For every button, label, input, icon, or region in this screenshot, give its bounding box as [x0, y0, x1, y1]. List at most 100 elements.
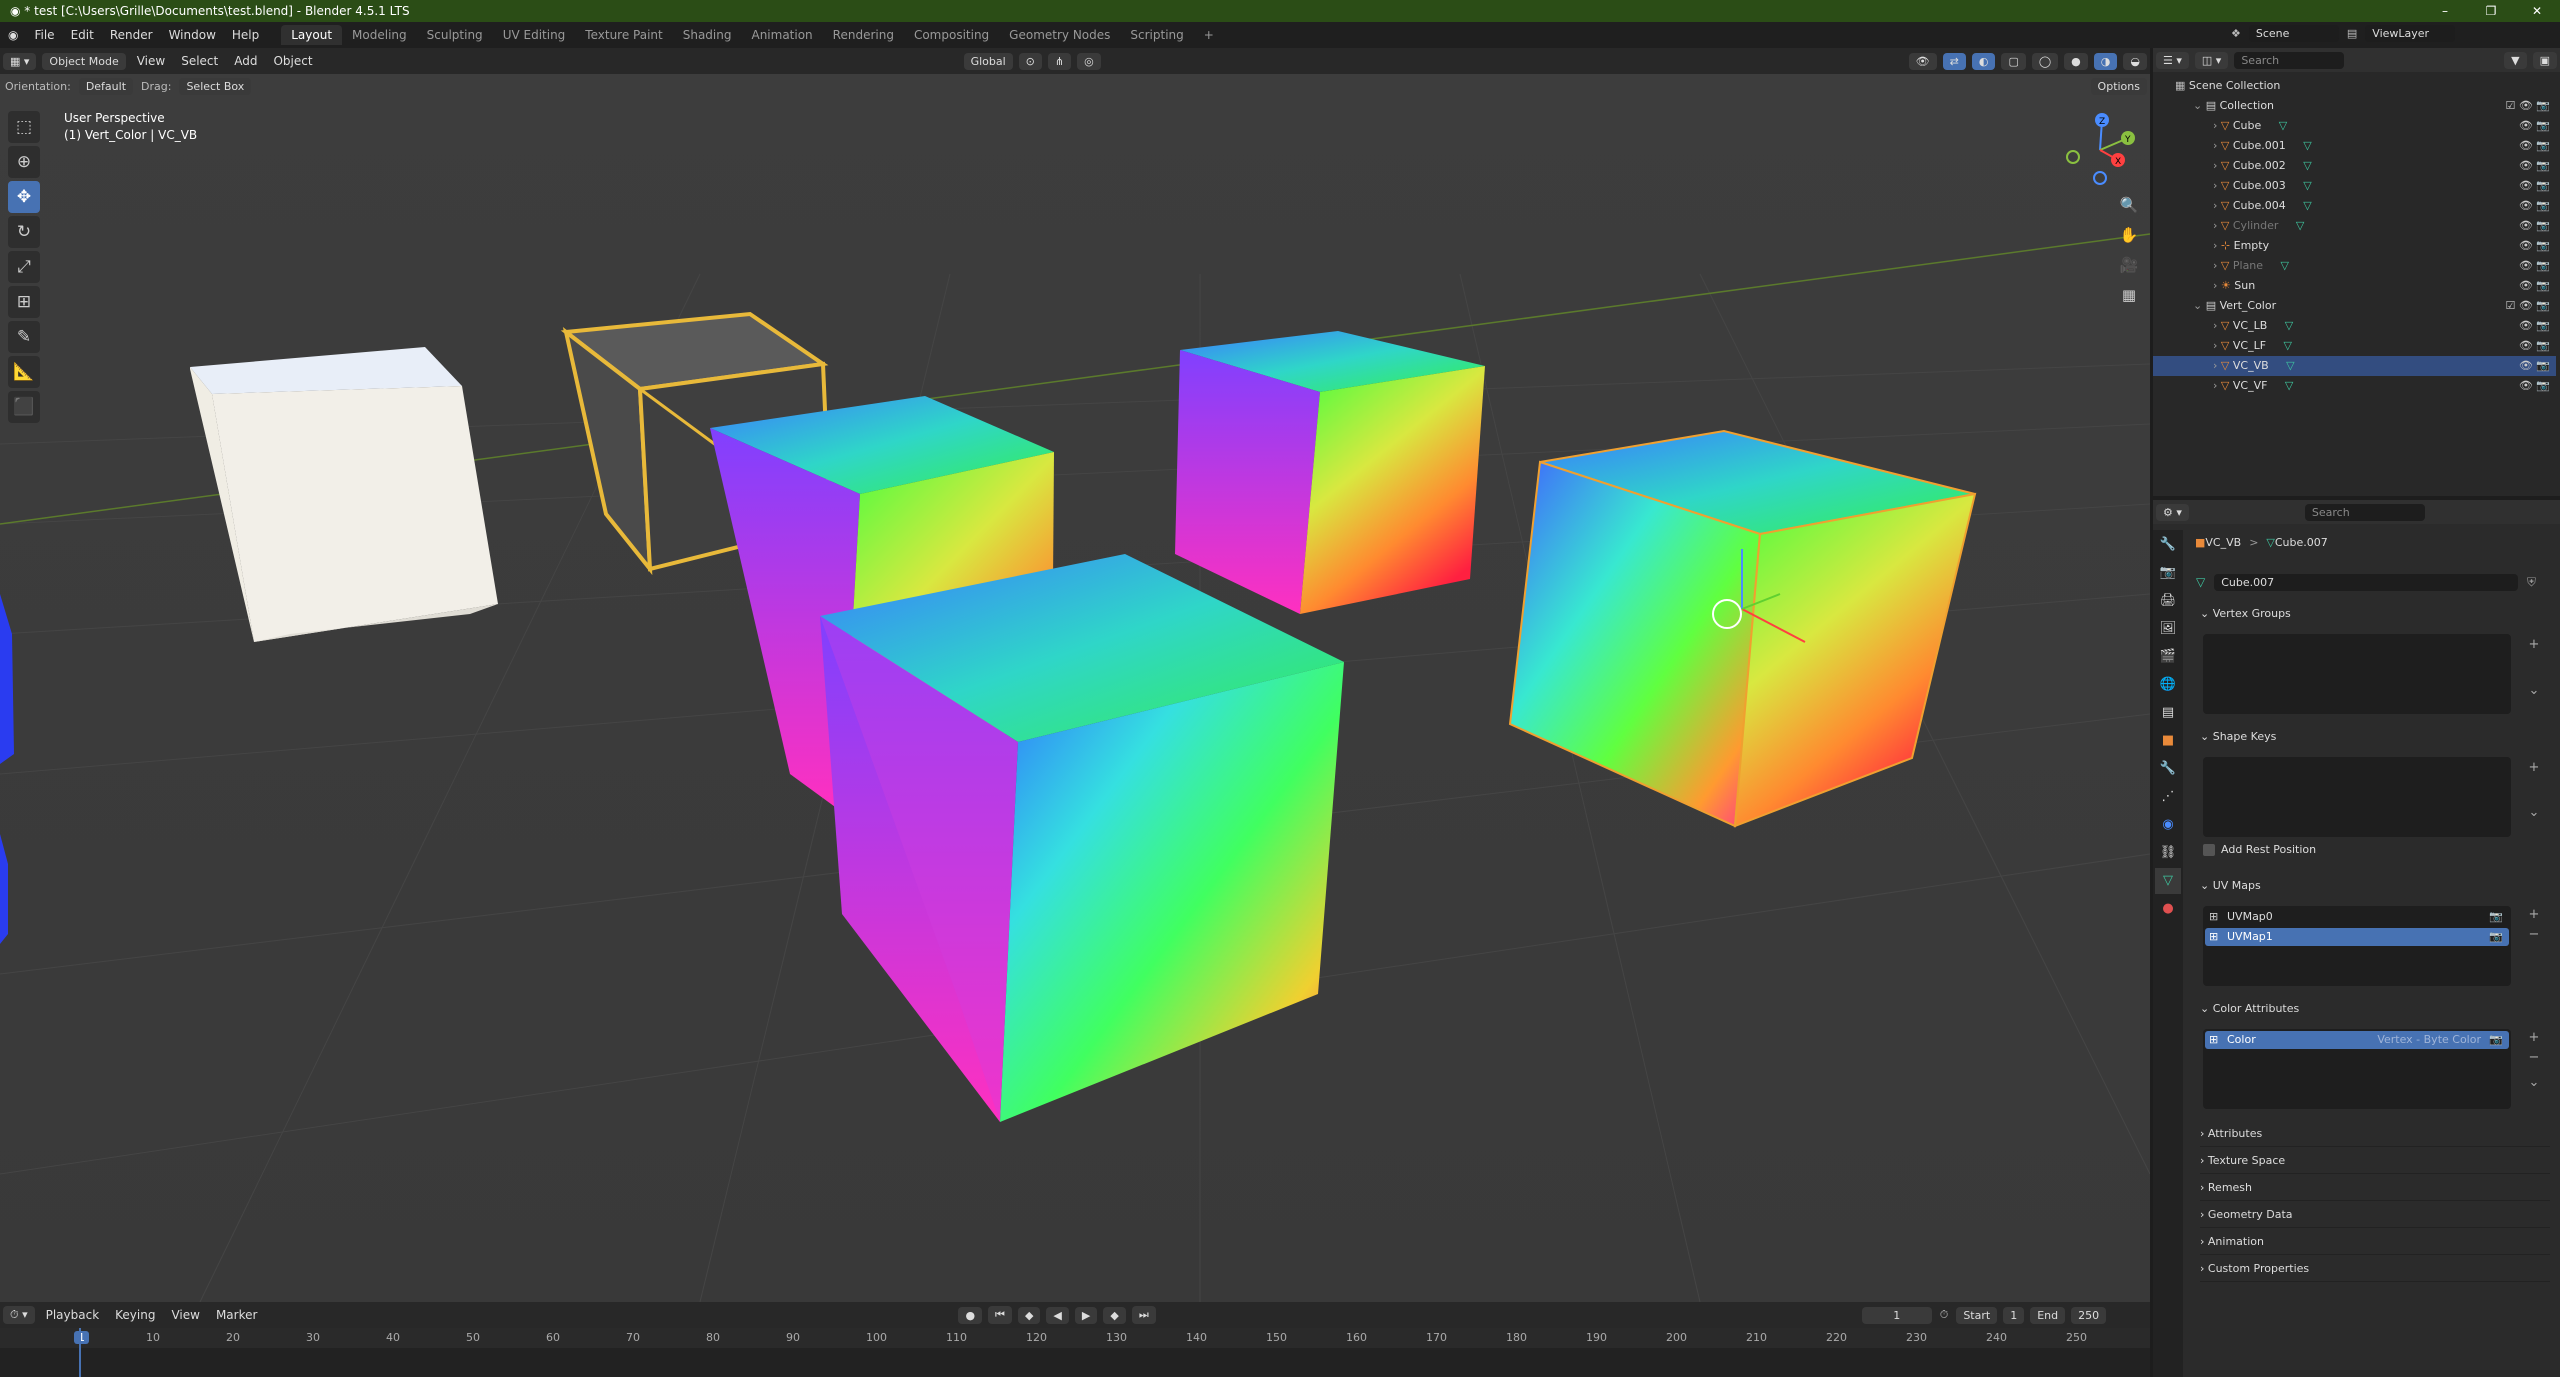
mode-selector[interactable]: Object Mode: [42, 52, 126, 70]
visibility-eye-icon[interactable]: 👁: [2519, 259, 2536, 272]
outliner-object-row[interactable]: › ▽ Cube.002 ▽ 👁 📷: [2153, 156, 2556, 176]
tab-layout[interactable]: Layout: [281, 25, 343, 45]
render-camera-icon[interactable]: 📷: [2536, 339, 2550, 352]
modifier-tab-icon[interactable]: 🔧: [2155, 756, 2181, 782]
uv-map-remove-button[interactable]: −: [2525, 926, 2543, 944]
material-tab-icon[interactable]: ●: [2155, 896, 2181, 922]
transform-orientation-selector[interactable]: Global: [963, 52, 1013, 70]
expand-chevron-right-icon[interactable]: ›: [2213, 219, 2221, 232]
color-attribute-menu-chevron-icon[interactable]: ⌄: [2525, 1074, 2543, 1092]
editor-type-button[interactable]: ▦ ▾: [3, 52, 37, 70]
expand-chevron-right-icon[interactable]: ›: [2213, 199, 2221, 212]
outliner-object-row[interactable]: › ▽ Plane ▽ 👁 📷: [2153, 256, 2556, 276]
color-attributes-header[interactable]: ⌄ Color Attributes: [2200, 998, 2550, 1020]
tool-tab-icon[interactable]: 🔧: [2155, 532, 2181, 558]
shape-key-add-button[interactable]: +: [2525, 759, 2543, 777]
object-menu[interactable]: Object: [265, 54, 320, 68]
zoom-icon[interactable]: 🔍: [2116, 192, 2142, 218]
vertex-group-menu-chevron-icon[interactable]: ⌄: [2525, 682, 2543, 700]
outliner-object-row[interactable]: › ▽ Cylinder ▽ 👁 📷: [2153, 216, 2556, 236]
gizmo-neg-y-icon[interactable]: [2066, 150, 2080, 164]
view-layer-selector[interactable]: ViewLayer: [2365, 25, 2456, 42]
collapsed-panel-header[interactable]: › Texture Space: [2200, 1147, 2550, 1174]
timeline-editor-type-button[interactable]: ⏱ ▾: [3, 1306, 35, 1324]
fake-user-shield-icon[interactable]: ⛨: [2527, 575, 2536, 590]
timeline-view-menu[interactable]: View: [163, 1308, 207, 1322]
outliner-object-row[interactable]: › ▽ VC_VB ▽ 👁 📷: [2153, 356, 2556, 376]
uv-map-add-button[interactable]: +: [2525, 906, 2543, 924]
particles-tab-icon[interactable]: ⋰: [2155, 784, 2181, 810]
render-camera-icon[interactable]: 📷: [2536, 239, 2550, 252]
menu-edit[interactable]: Edit: [63, 28, 102, 42]
mesh-datablock-icon[interactable]: ▽: [2196, 575, 2205, 589]
uv-maps-list[interactable]: ⊞ UVMap0 📷 ⊞ UVMap1 📷: [2203, 906, 2511, 986]
vertex-color-cube-right[interactable]: [1175, 331, 1485, 614]
tab-texture-paint[interactable]: Texture Paint: [575, 25, 672, 45]
expand-chevron-right-icon[interactable]: ›: [2213, 179, 2221, 192]
render-camera-icon[interactable]: 📷: [2489, 928, 2503, 946]
timeline-ruler[interactable]: 1 10 20 30 40 50 60 70 80 90 100 110 120 130 140 150 160…: [0, 1328, 2150, 1348]
active-render-camera-icon[interactable]: 📷: [2489, 908, 2503, 926]
outliner-object-row[interactable]: › ▽ VC_VF ▽ 👁 📷: [2153, 376, 2556, 396]
add-menu[interactable]: Add: [226, 54, 265, 68]
mesh-data-icon[interactable]: ▽: [2300, 179, 2311, 192]
navigation-gizmo[interactable]: Z Y X: [2060, 110, 2140, 190]
expand-chevron-right-icon[interactable]: ›: [2213, 319, 2221, 332]
add-workspace-button[interactable]: +: [1194, 25, 1224, 45]
uv-map-item-selected[interactable]: ⊞ UVMap1 📷: [2205, 928, 2509, 946]
menu-render[interactable]: Render: [102, 28, 161, 42]
tab-geometry-nodes[interactable]: Geometry Nodes: [999, 25, 1120, 45]
mesh-data-icon[interactable]: ▽: [2281, 379, 2293, 392]
collapsed-panel-header[interactable]: › Custom Properties: [2200, 1255, 2550, 1282]
render-camera-icon[interactable]: 📷: [2489, 1031, 2503, 1049]
scale-tool-icon[interactable]: ⤢: [8, 251, 40, 283]
perspective-grid-icon[interactable]: ▦: [2116, 282, 2142, 308]
visibility-eye-icon[interactable]: 👁: [2519, 279, 2536, 292]
options-button[interactable]: Options: [2090, 77, 2147, 95]
close-button[interactable]: ✕: [2514, 0, 2560, 22]
mesh-data-icon[interactable]: ▽: [2300, 199, 2311, 212]
pan-hand-icon[interactable]: ✋: [2116, 222, 2142, 248]
outliner-object-row[interactable]: › ⊹ Empty 👁 📷: [2153, 236, 2556, 256]
camera-view-icon[interactable]: 🎥: [2116, 252, 2142, 278]
shading-solid-button[interactable]: ●: [2064, 52, 2088, 70]
render-camera-icon[interactable]: 📷: [2536, 119, 2550, 132]
render-tab-icon[interactable]: 📷: [2155, 560, 2181, 586]
render-camera-icon[interactable]: 📷: [2536, 359, 2550, 372]
outliner-object-row[interactable]: › ☀ Sun 👁 📷: [2153, 276, 2556, 296]
menu-help[interactable]: Help: [224, 28, 267, 42]
proportional-editing-button[interactable]: ◎: [1077, 52, 1101, 70]
overlays-toggle-button[interactable]: ◐: [1971, 52, 1996, 70]
xray-toggle-button[interactable]: ▢: [2001, 52, 2026, 70]
select-menu[interactable]: Select: [173, 54, 226, 68]
render-camera-icon[interactable]: 📷: [2536, 159, 2550, 172]
tab-sculpting[interactable]: Sculpting: [417, 25, 493, 45]
play-reverse-button[interactable]: ◀: [1046, 1306, 1069, 1324]
output-tab-icon[interactable]: 🖨: [2155, 588, 2181, 614]
scene-selector[interactable]: Scene: [2248, 25, 2339, 42]
gizmo-neg-z-icon[interactable]: [2093, 171, 2107, 185]
visibility-eye-icon[interactable]: 👁: [2519, 339, 2536, 352]
visibility-eye-icon[interactable]: 👁: [2519, 119, 2536, 132]
outliner-filter-icon[interactable]: ▼: [2504, 51, 2527, 69]
visibility-eye-icon[interactable]: 👁: [2519, 159, 2536, 172]
minimize-button[interactable]: –: [2422, 0, 2468, 22]
annotate-tool-icon[interactable]: ✎: [8, 321, 40, 353]
collapsed-panel-header[interactable]: › Geometry Data: [2200, 1201, 2550, 1228]
object-tab-icon[interactable]: ■: [2155, 728, 2181, 754]
expand-chevron-down-icon[interactable]: ⌄: [2193, 299, 2206, 312]
rotate-tool-icon[interactable]: ↻: [8, 216, 40, 248]
tab-shading[interactable]: Shading: [673, 25, 742, 45]
mesh-data-icon[interactable]: ▽: [2275, 119, 2287, 132]
drag-selector[interactable]: Select Box: [179, 77, 252, 95]
tab-animation[interactable]: Animation: [741, 25, 822, 45]
play-button[interactable]: ▶: [1074, 1306, 1098, 1324]
vertex-groups-header[interactable]: ⌄ Vertex Groups: [2200, 603, 2550, 625]
stopwatch-icon[interactable]: ⏱: [1940, 1308, 1949, 1322]
outliner-object-row[interactable]: › ▽ Cube.004 ▽ 👁 📷: [2153, 196, 2556, 216]
mesh-data-icon[interactable]: ▽: [2281, 319, 2293, 332]
mesh-data-icon[interactable]: ▽: [2292, 219, 2304, 232]
shading-material-button[interactable]: ◑: [2093, 52, 2118, 70]
outliner-display-mode-button[interactable]: ◫ ▾: [2194, 51, 2229, 69]
pivot-point-button[interactable]: ⊙: [1018, 52, 1042, 70]
